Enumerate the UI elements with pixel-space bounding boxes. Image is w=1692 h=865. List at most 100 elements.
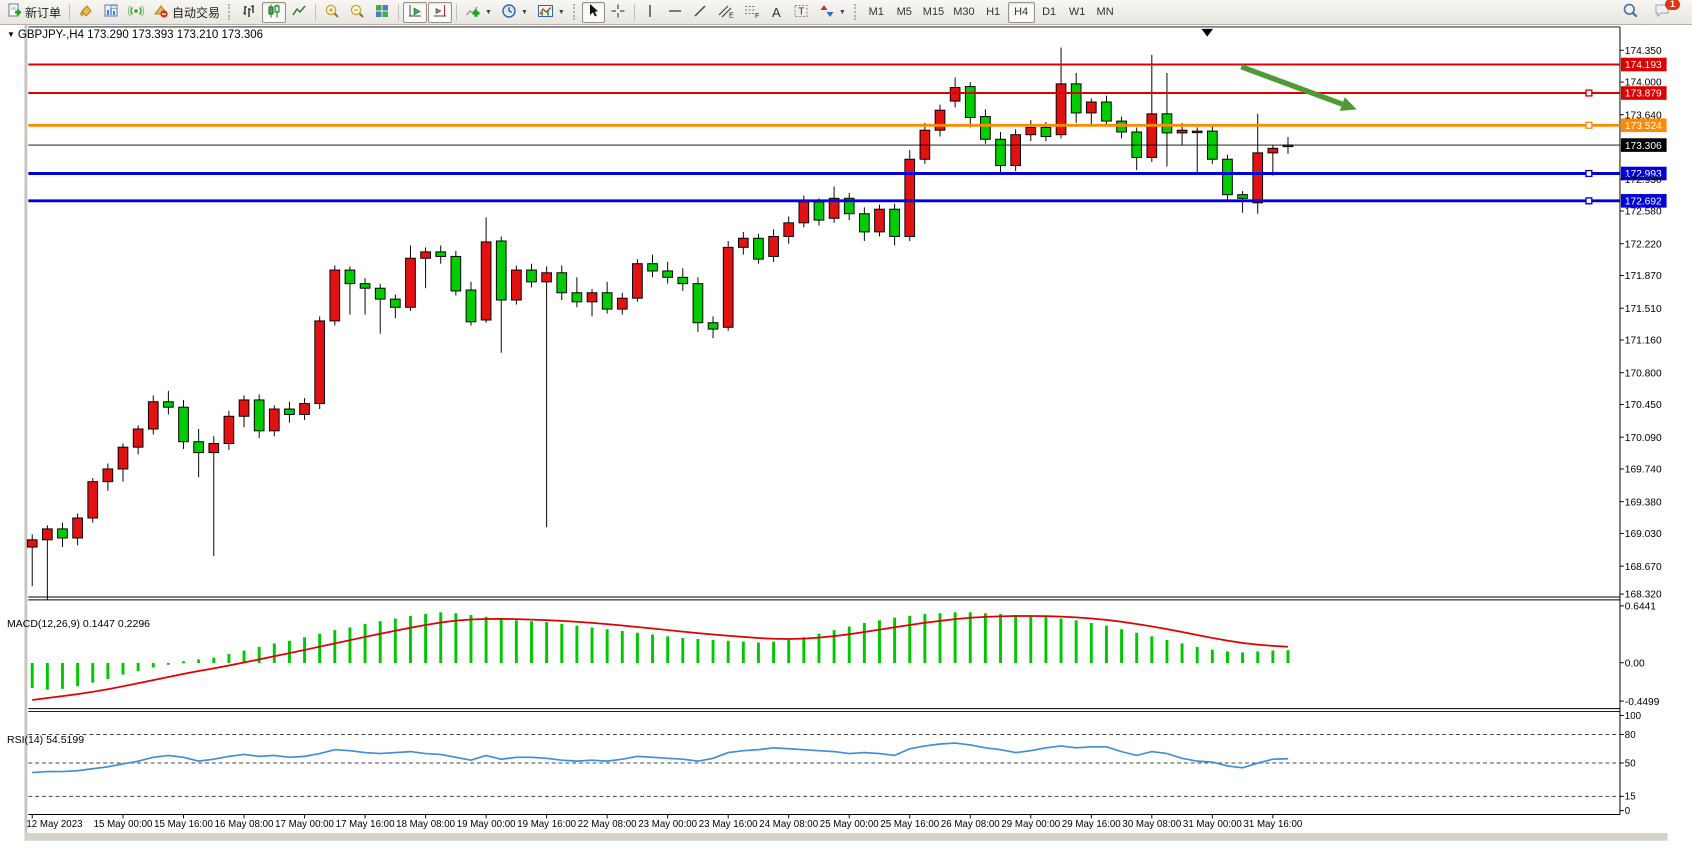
- svg-text:0.00: 0.00: [1625, 658, 1645, 669]
- svg-text:173.306: 173.306: [1625, 141, 1662, 152]
- collapse-triangle-icon[interactable]: ▼: [7, 30, 15, 39]
- chevron-down-icon: ▼: [485, 9, 492, 16]
- tile-windows-button[interactable]: [370, 2, 394, 23]
- separator: [398, 4, 399, 21]
- chart-shift-button[interactable]: [428, 2, 452, 23]
- svg-text:22 May 08:00: 22 May 08:00: [578, 819, 637, 830]
- svg-text:23 May 00:00: 23 May 00:00: [638, 819, 697, 830]
- svg-text:18 May 08:00: 18 May 08:00: [396, 819, 455, 830]
- tile-windows-icon: [374, 3, 390, 22]
- search-icon: [1622, 2, 1639, 22]
- timeframe-button-W1[interactable]: W1: [1064, 2, 1091, 23]
- line-chart-button[interactable]: [287, 2, 311, 23]
- timeframe-group: M1M5M15M30H1H4D1W1MN: [863, 2, 1119, 23]
- svg-text:19 May 16:00: 19 May 16:00: [517, 819, 576, 830]
- periods-button[interactable]: ▼: [497, 2, 532, 23]
- text-label-tool-button[interactable]: T: [789, 2, 814, 23]
- toolbar-right-group: 1: [1618, 2, 1675, 23]
- indicators-add-icon: [465, 3, 481, 22]
- svg-text:25 May 16:00: 25 May 16:00: [880, 819, 939, 830]
- auto-scroll-button[interactable]: [403, 2, 427, 23]
- svg-text:17 May 00:00: 17 May 00:00: [275, 819, 334, 830]
- zoom-in-button[interactable]: [320, 2, 344, 23]
- vertical-line-tool-button[interactable]: [639, 2, 662, 23]
- current-price-tag: 173.306: [1621, 138, 1667, 152]
- text-tool-button[interactable]: A: [765, 2, 788, 23]
- svg-text:173.879: 173.879: [1625, 89, 1662, 100]
- profile-button[interactable]: [99, 2, 123, 23]
- cursor-tool-button[interactable]: [582, 2, 605, 23]
- timeframe-button-M1[interactable]: M1: [863, 2, 890, 23]
- timeframe-button-MN[interactable]: MN: [1092, 2, 1119, 23]
- bar-chart-button[interactable]: [237, 2, 261, 23]
- toolbar-group-handle[interactable]: [854, 4, 859, 20]
- search-button[interactable]: [1618, 2, 1643, 23]
- templates-button[interactable]: ▼: [533, 2, 569, 23]
- autotrading-icon: [153, 3, 169, 22]
- svg-text:170.450: 170.450: [1625, 400, 1662, 411]
- separator: [315, 4, 316, 21]
- notification-badge: 1: [1665, 0, 1680, 10]
- crosshair-tool-button[interactable]: [606, 2, 630, 23]
- svg-text:171.870: 171.870: [1625, 271, 1662, 282]
- toolbar-group-handle[interactable]: [573, 4, 578, 20]
- new-order-icon: [7, 3, 22, 21]
- svg-text:80: 80: [1625, 730, 1636, 741]
- svg-text:24 May 08:00: 24 May 08:00: [759, 819, 818, 830]
- svg-text:T: T: [798, 6, 804, 17]
- new-order-button[interactable]: 新订单: [3, 2, 65, 23]
- zoom-out-button[interactable]: [345, 2, 369, 23]
- svg-text:12 May 2023: 12 May 2023: [26, 819, 82, 830]
- svg-text:15: 15: [1625, 792, 1636, 803]
- svg-text:171.510: 171.510: [1625, 304, 1662, 315]
- fibonacci-tool-button[interactable]: F: [739, 2, 764, 23]
- svg-text:31 May 16:00: 31 May 16:00: [1243, 819, 1302, 830]
- main-toolbar: 新订单 自动交易: [0, 0, 1692, 25]
- text-label-icon: T: [793, 3, 810, 22]
- candlestick-chart-button[interactable]: [262, 2, 286, 23]
- equidistant-channel-tool-button[interactable]: E: [713, 2, 738, 23]
- svg-text:100: 100: [1625, 711, 1642, 722]
- svg-text:26 May 08:00: 26 May 08:00: [941, 819, 1000, 830]
- timeframe-button-M30[interactable]: M30: [949, 2, 978, 23]
- separator: [456, 4, 457, 21]
- chart-canvas[interactable]: 174.193173.879173.524172.993172.692173.3…: [0, 25, 1692, 865]
- chart-window[interactable]: 174.193173.879173.524172.993172.692173.3…: [0, 25, 1692, 865]
- timeframe-button-H1[interactable]: H1: [980, 2, 1007, 23]
- svg-text:173.640: 173.640: [1625, 110, 1662, 121]
- svg-text:168.320: 168.320: [1625, 590, 1662, 601]
- chart-shift-icon: [432, 3, 448, 22]
- svg-text:170.800: 170.800: [1625, 368, 1662, 379]
- trendline-tool-button[interactable]: [688, 2, 712, 23]
- svg-text:169.030: 169.030: [1625, 529, 1662, 540]
- timeframe-button-H4[interactable]: H4: [1008, 2, 1035, 23]
- autotrading-button[interactable]: 自动交易: [149, 2, 224, 23]
- timeframe-button-D1[interactable]: D1: [1036, 2, 1063, 23]
- svg-text:172.580: 172.580: [1625, 207, 1662, 218]
- chevron-down-icon: ▼: [521, 9, 528, 16]
- svg-text:19 May 00:00: 19 May 00:00: [457, 819, 516, 830]
- svg-text:-0.4499: -0.4499: [1625, 697, 1660, 708]
- svg-text:170.090: 170.090: [1625, 433, 1662, 444]
- separator: [634, 4, 635, 21]
- svg-text:30 May 08:00: 30 May 08:00: [1122, 819, 1181, 830]
- timeframe-button-M15[interactable]: M15: [919, 2, 948, 23]
- indicators-button[interactable]: ▼: [461, 2, 496, 23]
- svg-text:171.160: 171.160: [1625, 336, 1662, 347]
- chart-profile-icon: [103, 3, 119, 22]
- arrows-tool-button[interactable]: ▼: [815, 2, 850, 23]
- signal-waves-icon: [128, 3, 144, 22]
- svg-text:29 May 00:00: 29 May 00:00: [1001, 819, 1060, 830]
- svg-text:174.000: 174.000: [1625, 78, 1662, 89]
- auto-scroll-icon: [407, 3, 423, 22]
- autotrading-label: 自动交易: [172, 4, 220, 21]
- toolbar-group-handle[interactable]: [228, 4, 233, 20]
- svg-text:0.6441: 0.6441: [1625, 602, 1656, 613]
- horizontal-line-tool-button[interactable]: [663, 2, 687, 23]
- notifications-button[interactable]: 1: [1649, 2, 1675, 23]
- timeframe-button-M5[interactable]: M5: [891, 2, 918, 23]
- svg-text:15 May 00:00: 15 May 00:00: [94, 819, 153, 830]
- market-watch-signal-button[interactable]: [124, 2, 148, 23]
- svg-text:16 May 08:00: 16 May 08:00: [215, 819, 274, 830]
- styler-button[interactable]: [74, 2, 98, 23]
